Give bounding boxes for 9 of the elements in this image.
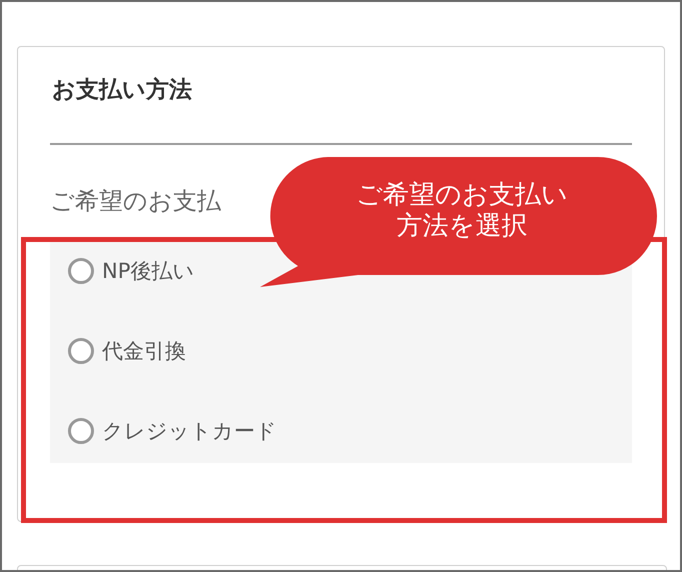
payment-option[interactable]: 代金引換 [68,337,186,366]
callout-text: ご希望のお支払い 方法を選択 [355,180,569,242]
radio-button[interactable] [68,418,94,444]
payment-option[interactable]: NP後払い [68,257,194,286]
section-title: お支払い方法 [51,77,193,105]
radio-button[interactable] [68,338,94,364]
hint-text: ご希望のお支払 [50,186,221,216]
payment-option[interactable]: クレジットカード [68,417,277,446]
radio-button[interactable] [68,258,94,284]
